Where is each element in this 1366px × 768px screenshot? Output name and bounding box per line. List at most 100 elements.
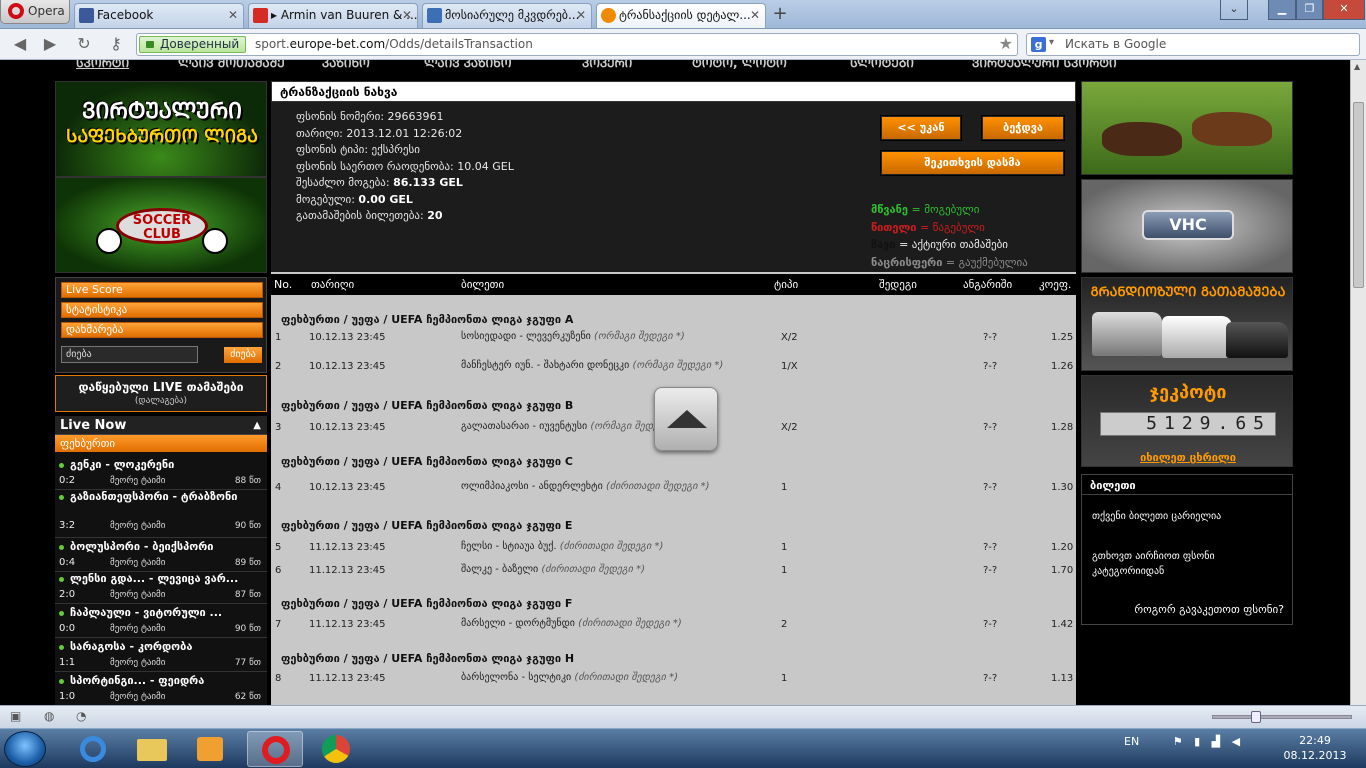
vhc-logo: VHC <box>1142 210 1234 240</box>
scrollbar-thumb[interactable] <box>1353 102 1364 288</box>
zoom-slider-handle[interactable] <box>1251 711 1261 723</box>
live-match-period: მეორე ტაიმი <box>110 692 166 702</box>
tab-youtube[interactable]: ▸ Armin van Buuren & ... ✕ <box>248 3 418 28</box>
explorer-icon[interactable] <box>124 731 180 767</box>
back-button[interactable]: << უკან <box>881 116 961 140</box>
live-category-football[interactable]: ფეხბურთი <box>55 435 267 452</box>
zoom-slider[interactable] <box>1212 711 1352 723</box>
horse-icon <box>1192 112 1272 146</box>
close-tab-icon[interactable]: ✕ <box>576 4 586 27</box>
tab-facebook[interactable]: Facebook ✕ <box>74 3 244 28</box>
virtual-horse-classics-banner[interactable]: VHC <box>1081 179 1293 273</box>
horse-racing-banner[interactable] <box>1081 81 1293 175</box>
legend-item: ნაცრისფერი = გაუქმებულია <box>871 256 1028 269</box>
jackpot-table-link[interactable]: იხილეთ ცხრილი <box>1082 451 1294 464</box>
live-match-period: მეორე ტაიმი <box>110 558 166 568</box>
tab-walking-dead[interactable]: მოსიარულე მკვდრებ... ✕ <box>422 3 592 28</box>
event-name: სოსიედადი - ლევერკუზენი <box>461 331 591 342</box>
jackpot-title: ჯეკპოტი <box>1149 382 1227 403</box>
nav-poker[interactable]: ᲞᲝᲙᲔᲠᲘ <box>582 60 632 71</box>
back-icon[interactable]: ◀ <box>8 33 32 55</box>
close-tab-icon[interactable]: ✕ <box>750 4 760 27</box>
chevron-down-icon[interactable]: ▾ <box>1049 37 1054 48</box>
tab-transaction-details[interactable]: ტრანსაქციის დეტალ... ✕ <box>596 3 766 28</box>
nav-toto-loto[interactable]: ᲢᲝᲢᲝ, ᲚᲝᲢᲝ <box>692 60 787 71</box>
started-live-games-box[interactable]: დაწყებული LIVE თამაშები (დალაგება) <box>55 375 267 412</box>
opera-menu-button[interactable]: Opera <box>0 0 70 24</box>
live-match-item[interactable]: გაზიანთეფსპორი - ტრაბზონი 3:2 მეორე ტაიმი 9… <box>55 490 267 538</box>
info-line: ფსონის ტიპი: ექსპრესი <box>296 143 420 156</box>
link-statistics[interactable]: სტატისტიკა <box>61 302 263 318</box>
key-icon[interactable]: ⚷ <box>104 33 128 55</box>
bookmark-star-icon[interactable]: ★ <box>999 34 1013 53</box>
close-tab-icon[interactable]: ✕ <box>402 4 412 27</box>
internet-explorer-icon[interactable] <box>66 731 122 767</box>
page-scrollbar[interactable]: ▲ <box>1350 60 1366 705</box>
volume-icon[interactable]: ◀ <box>1232 735 1240 748</box>
start-button[interactable] <box>4 731 46 767</box>
maximize-button[interactable]: ❐ <box>1296 0 1323 20</box>
info-line: ფსონის საერთო რაოდენობა: 10.04 GEL <box>296 160 514 173</box>
live-match-item[interactable]: გენკი - ლოკერენი 0:2 მეორე ტაიმი 88 წთ <box>55 458 267 490</box>
scroll-up-icon[interactable]: ▲ <box>1354 62 1360 71</box>
flag-icon[interactable]: ⚑ <box>1173 735 1183 748</box>
media-player-icon[interactable] <box>182 731 238 767</box>
how-to-bet-link[interactable]: როგორ გავაკეთოთ ფსონი? <box>1134 603 1284 616</box>
live-match-item[interactable]: ბოლუსპორი - ბეიქსპორი 0:4 მეორე ტაიმი 89 წთ <box>55 540 267 572</box>
chrome-icon[interactable] <box>308 731 364 767</box>
minimize-button[interactable]: ▁ <box>1268 0 1296 20</box>
nav-sport[interactable]: ᲡᲞᲝᲠᲢᲘ <box>76 60 129 71</box>
cell-date: 11.12.13 23:45 <box>309 673 386 684</box>
link-live-score[interactable]: Live Score <box>61 282 263 298</box>
reload-icon[interactable]: ↻ <box>72 33 96 55</box>
grand-draw-banner[interactable]: ᲒᲠᲐᲜᲓᲘᲝᲖᲣᲚᲘ ᲒᲐᲗᲐᲛᲐᲨᲔᲑᲐ <box>1081 277 1293 371</box>
live-match-score: 3:2 <box>59 520 76 531</box>
cell-date: 10.12.13 23:45 <box>309 482 386 493</box>
info-line: თარიღი: 2013.12.01 12:26:02 <box>296 127 462 140</box>
new-tab-button[interactable]: + <box>769 4 791 26</box>
virtual-league-banner[interactable]: ᲕᲘᲠᲢᲣᲐᲚᲣᲠᲘ ᲡᲐᲤᲔᲮᲑᲣᲠᲗᲝ ᲚᲘᲒᲐ <box>55 81 267 177</box>
turbo-icon[interactable]: ◔ <box>76 709 86 723</box>
live-match-item[interactable]: ლენსი გდა... - ლევიცა ვარ... 2:0 მეორე ტაი… <box>55 572 267 604</box>
ask-question-button[interactable]: შეკითხვის დასმა <box>881 151 1064 175</box>
nav-slots[interactable]: ᲡᲚᲝᲢᲔᲑᲘ <box>850 60 914 71</box>
nav-casino[interactable]: ᲙᲐᲖᲘᲜᲝ <box>322 60 370 71</box>
virtual-banner-title: ᲕᲘᲠᲢᲣᲐᲚᲣᲠᲘ <box>81 99 243 124</box>
search-field[interactable]: g ▾ Искать в Google <box>1026 33 1360 56</box>
forward-icon[interactable]: ▶ <box>38 33 62 55</box>
secure-badge[interactable]: Доверенный <box>139 36 247 53</box>
live-match-item[interactable]: სპორტინგი... - ფეიდრა 1:0 მეორე ტაიმი 62 წთ <box>55 674 267 705</box>
print-button[interactable]: ბეჭდვა <box>982 116 1064 140</box>
network-icon[interactable]: ▮ <box>1194 735 1200 748</box>
nav-virtual-sport[interactable]: ᲕᲘᲠᲢᲣᲐᲚᲣᲠᲘ ᲡᲞᲝᲠᲢᲘ <box>972 60 1117 71</box>
cell-odds: 1.26 <box>1051 361 1074 372</box>
signal-icon[interactable]: ▟ <box>1212 735 1220 748</box>
google-icon[interactable]: g <box>1031 37 1046 52</box>
opera-taskbar-icon[interactable] <box>247 731 303 767</box>
legend-item: მწვანე = მოგებული <box>871 203 979 216</box>
nav-live[interactable]: ᲚᲐᲘᲕ ᲛᲝᲗᲐᲛᲐᲨᲔ <box>178 60 285 71</box>
language-indicator[interactable]: EN <box>1124 735 1139 748</box>
close-window-button[interactable]: ✕ <box>1323 0 1365 20</box>
collapse-icon[interactable]: ▲ <box>253 416 261 435</box>
scroll-to-top-button[interactable] <box>654 387 718 451</box>
close-tab-icon[interactable]: ✕ <box>228 4 238 27</box>
event-search-input[interactable]: ძიება <box>61 346 198 363</box>
info-value: 29663961 <box>387 110 444 123</box>
live-match-item[interactable]: სარაგოსა - კორდობა 1:1 მეორე ტაიმი 77 წთ <box>55 640 267 672</box>
unite-icon[interactable]: ◍ <box>44 709 54 723</box>
cell-score: ?-? <box>983 565 998 576</box>
live-match-item[interactable]: ჩაპლაული - ვიტორული ... 0:0 მეორე ტაიმი 90 … <box>55 606 267 638</box>
url-text[interactable]: sport.europe-bet.com/Odds/detailsTransac… <box>255 37 533 51</box>
legend-item: წითელი = წაგებული <box>871 221 985 234</box>
nav-live-casino[interactable]: ᲚᲐᲘᲕ ᲙᲐᲖᲘᲜᲝ <box>424 60 512 71</box>
started-live-sort[interactable]: (დალაგება) <box>56 396 266 406</box>
link-help[interactable]: დახმარება <box>61 322 263 338</box>
event-search-button[interactable]: ძიება <box>224 347 262 363</box>
clock[interactable]: 22:49 08.12.2013 <box>1270 733 1360 763</box>
address-field[interactable]: Доверенный sport.europe-bet.com/Odds/det… <box>136 33 1018 56</box>
panel-toggle-icon[interactable]: ▣ <box>10 709 21 723</box>
soccer-club-banner[interactable]: SOCCER CLUB <box>55 177 267 273</box>
tab-list-icon[interactable]: ⌄ <box>1220 0 1248 20</box>
info-value: ექსპრესი <box>371 143 420 156</box>
